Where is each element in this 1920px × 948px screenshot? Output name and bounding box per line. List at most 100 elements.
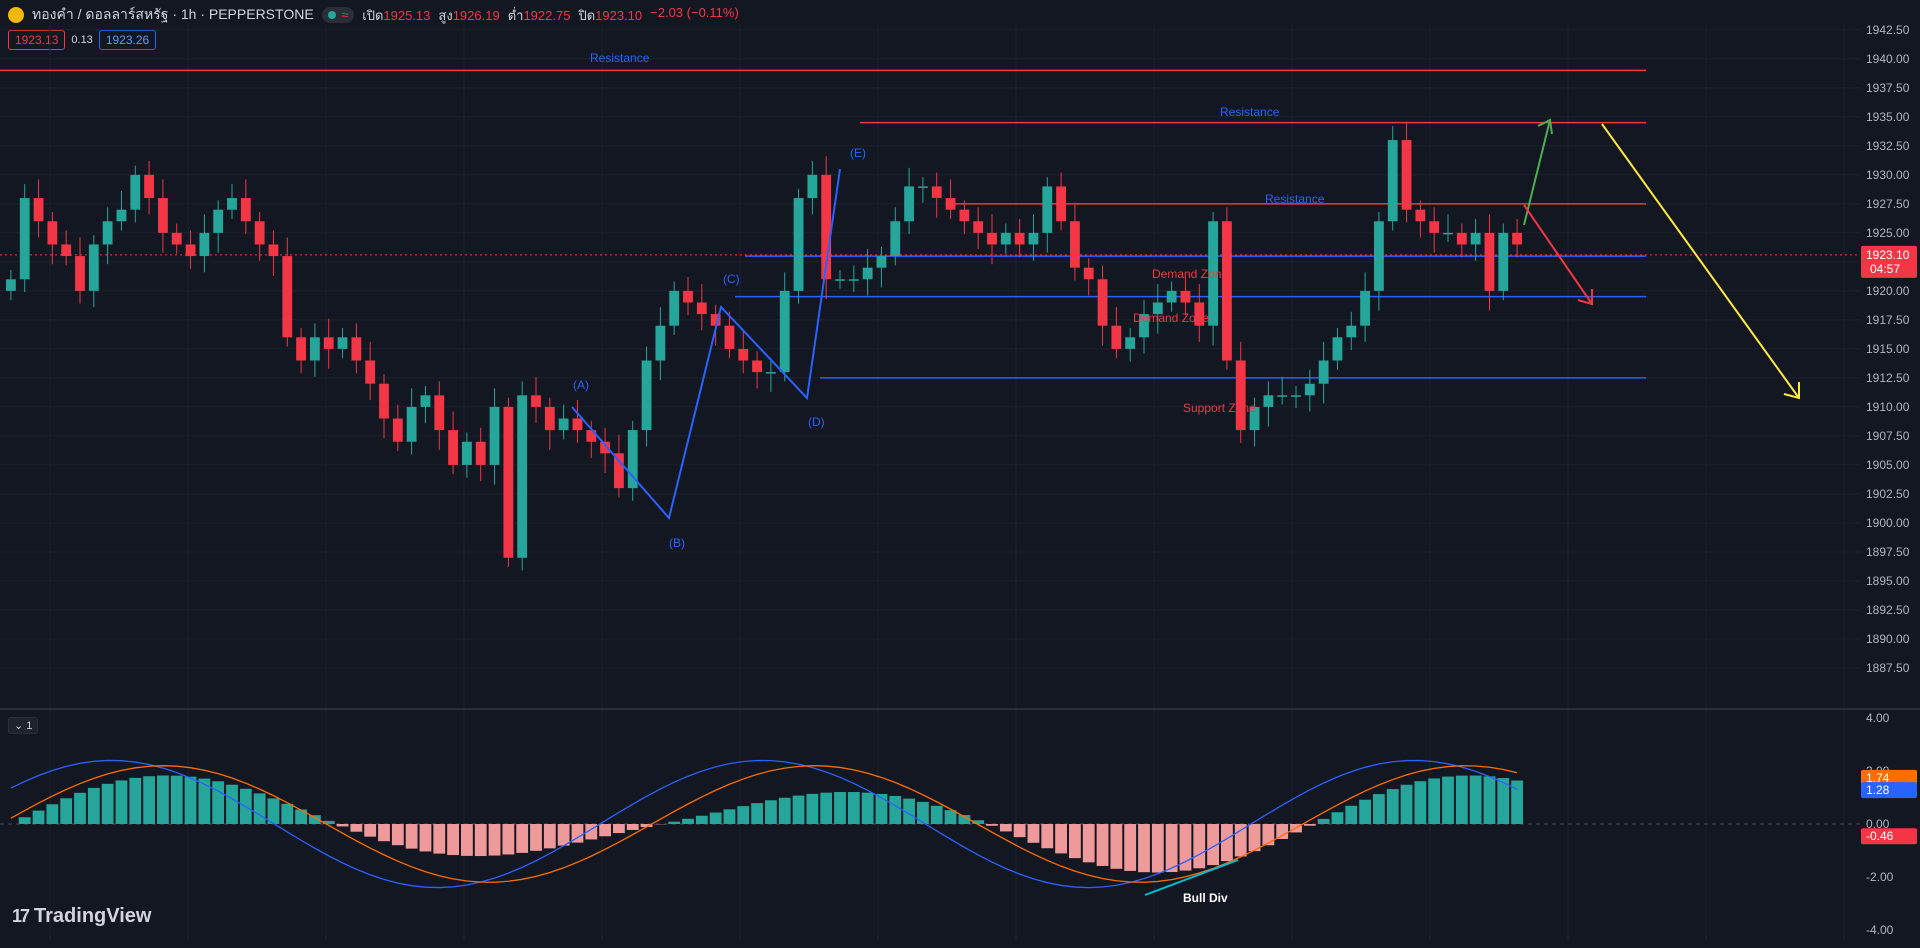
- candle-body: [918, 186, 928, 188]
- tradingview-logo: 17 TradingView: [12, 905, 152, 927]
- macd-histogram-bar: [944, 810, 957, 824]
- macd-histogram-bar: [1165, 824, 1178, 873]
- candle-body: [462, 441, 472, 465]
- macd-histogram-bar: [1262, 824, 1275, 846]
- price-tick: 1902.50: [1866, 487, 1910, 501]
- macd-histogram-bar: [391, 824, 404, 846]
- macd-histogram-bar: [46, 804, 59, 824]
- candle-body: [1443, 232, 1453, 235]
- candle-body: [392, 418, 403, 442]
- annotation-label: (D): [808, 415, 825, 429]
- candle-body: [862, 267, 873, 280]
- candle-body: [904, 186, 914, 222]
- candle-body: [213, 209, 224, 233]
- macd-histogram-bar: [1138, 824, 1150, 873]
- candle-body: [890, 221, 901, 257]
- candle-body: [296, 337, 306, 361]
- candle-body: [945, 198, 956, 210]
- macd-histogram-bar: [626, 824, 639, 830]
- candle-body: [752, 360, 762, 373]
- macd-histogram-bar: [1055, 824, 1067, 854]
- candle-body: [282, 256, 293, 338]
- price-tick: 1930.00: [1866, 168, 1910, 182]
- macd-histogram-bar: [18, 817, 31, 824]
- macd-histogram-bar: [1221, 824, 1233, 862]
- macd-histogram-bar: [474, 824, 487, 857]
- macd-histogram-bar: [198, 778, 211, 824]
- macd-histogram-bar: [1428, 778, 1441, 824]
- candle-body: [1512, 232, 1522, 245]
- candle-body: [130, 174, 141, 210]
- candle-body: [323, 337, 334, 349]
- candle-body: [544, 406, 555, 431]
- macd-histogram-bar: [917, 801, 929, 824]
- price-tick: 1895.00: [1866, 574, 1910, 588]
- macd-histogram-bar: [253, 793, 266, 824]
- macd-histogram-bar: [543, 824, 556, 849]
- price-tick: 1892.50: [1866, 603, 1910, 617]
- candle-body: [655, 325, 666, 361]
- macd-histogram-bar: [115, 780, 128, 824]
- tv-logo-icon: 17: [12, 906, 30, 926]
- price-axis[interactable]: 1942.50 1940.00 1937.50 1935.00 1932.50 1930.…: [1866, 23, 1910, 937]
- macd-histogram-bar: [336, 824, 349, 827]
- macd-tick: -2.00: [1866, 870, 1894, 884]
- price-tick: 1937.50: [1866, 81, 1910, 95]
- candle-body: [572, 418, 583, 431]
- price-tick: 1917.50: [1866, 313, 1910, 327]
- candle-body: [1429, 221, 1440, 233]
- candle-body: [973, 221, 984, 233]
- indicator-collapse-button[interactable]: ⌄ 1: [8, 717, 39, 734]
- candle-body: [75, 256, 85, 291]
- candle-body: [766, 372, 776, 374]
- macd-histogram-bar: [1234, 824, 1247, 857]
- macd-histogram-bar: [847, 792, 860, 824]
- macd-histogram-bar: [999, 824, 1012, 832]
- candle-body: [1083, 267, 1094, 280]
- macd-histogram-bar: [60, 798, 73, 824]
- price-tick: 1905.00: [1866, 458, 1910, 472]
- candle-body: [1235, 360, 1246, 431]
- countdown-text: 04:57: [1870, 262, 1900, 276]
- macd-marker-text: 1.28: [1866, 783, 1890, 797]
- candle-body: [434, 395, 445, 431]
- price-tick: 1915.00: [1866, 342, 1910, 356]
- candle-body: [558, 418, 569, 431]
- macd-histogram-bar: [1276, 824, 1289, 839]
- macd-histogram-bar: [433, 824, 446, 854]
- macd-histogram-bar: [1442, 776, 1454, 824]
- price-tick: 1925.00: [1866, 226, 1910, 240]
- candle-body: [959, 209, 970, 222]
- candle-body: [779, 290, 790, 373]
- price-tick: 1907.50: [1866, 429, 1910, 443]
- candle-body: [503, 406, 514, 558]
- annotation-label: (E): [850, 146, 866, 160]
- macd-histogram-bar: [792, 795, 805, 824]
- macd-histogram-bar: [1455, 775, 1468, 824]
- annotation-label: Demand Zone: [1152, 267, 1228, 281]
- annotation-label: Support Zone: [1183, 401, 1256, 415]
- annotation-label: Resistance: [1265, 192, 1325, 206]
- price-tick: 1900.00: [1866, 516, 1910, 530]
- price-tick: 1912.50: [1866, 371, 1910, 385]
- price-tick: 1910.00: [1866, 400, 1910, 414]
- price-chart[interactable]: Resistance Resistance Resistance Demand Zon…: [0, 0, 1920, 948]
- macd-histogram-bar: [184, 776, 197, 824]
- candle-body: [1401, 140, 1412, 210]
- candle-body: [1332, 337, 1343, 361]
- candle-body: [268, 244, 279, 257]
- macd-histogram-bar: [737, 806, 750, 824]
- macd-histogram-bar: [1386, 789, 1399, 824]
- macd-histogram-bar: [1248, 824, 1261, 852]
- candle-body: [1180, 290, 1191, 303]
- macd-histogram-bar: [170, 775, 183, 824]
- macd-histogram-bar: [1151, 824, 1164, 873]
- price-tick: 1920.00: [1866, 284, 1910, 298]
- candle-body: [848, 279, 859, 281]
- candle-body: [1415, 209, 1426, 222]
- candle-body: [1042, 186, 1053, 233]
- candle-body: [1263, 395, 1274, 407]
- candle-body: [144, 174, 154, 199]
- macd-histogram-bar: [488, 824, 501, 856]
- macd-histogram-bar: [1110, 824, 1123, 869]
